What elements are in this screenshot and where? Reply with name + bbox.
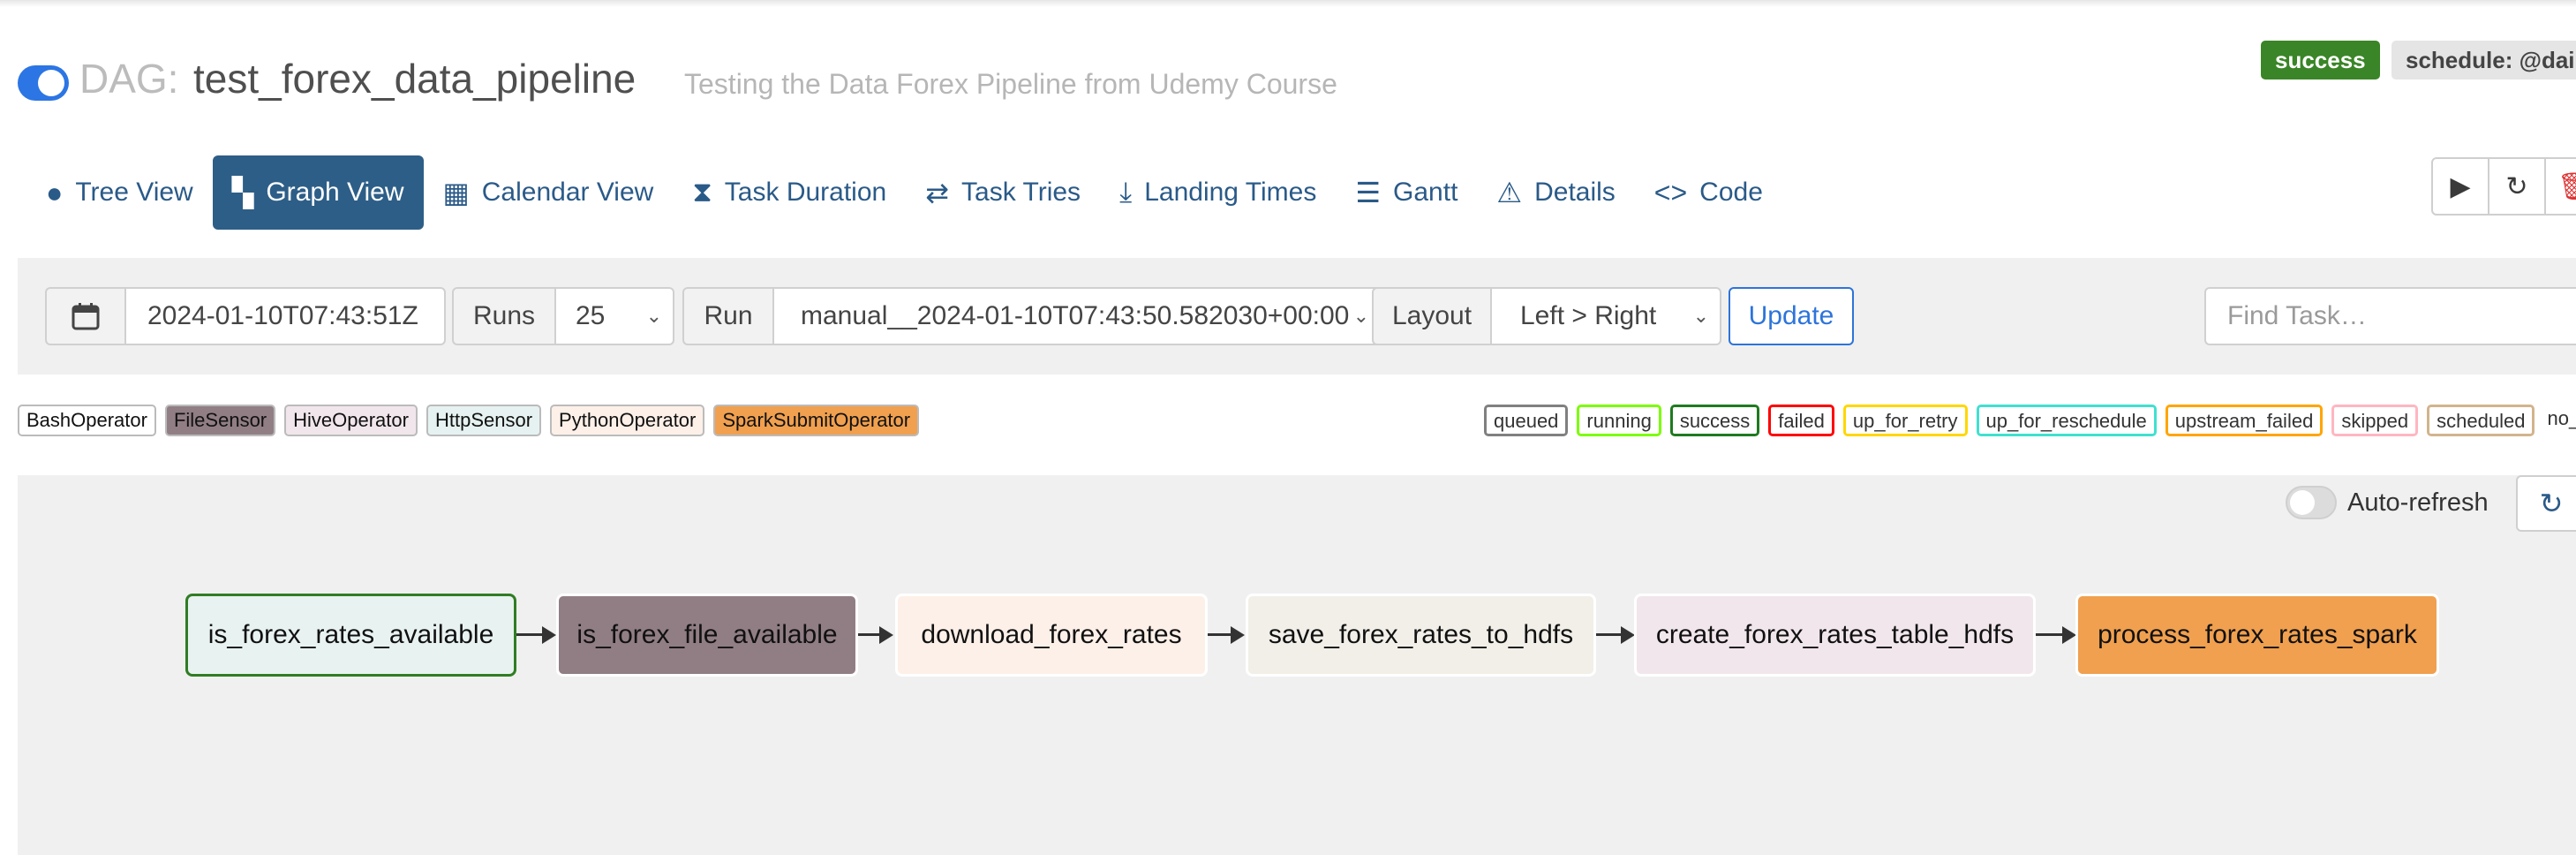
state-legend-item: failed <box>1768 405 1834 436</box>
play-icon: ▶ <box>2450 171 2471 201</box>
state-legend-item: up_for_retry <box>1842 405 1968 436</box>
filter-bar: 2024-01-10T07:43:51Z Runs 25 ⌄ Run manual… <box>18 258 2576 375</box>
tab-label: Code <box>1699 178 1763 207</box>
execution-date-input[interactable]: 2024-01-10T07:43:51Z <box>124 287 446 345</box>
operator-legend-item: BashOperator <box>18 405 156 436</box>
task-node[interactable]: create_forex_rates_table_hdfs <box>1634 594 2036 677</box>
tree-icon: ● <box>46 176 64 208</box>
chevron-down-icon: ⌄ <box>1692 305 1709 327</box>
tab-task-tries[interactable]: ⇄ Task Tries <box>906 155 1100 230</box>
refresh-icon: ↻ <box>2505 171 2528 201</box>
operator-legend-item: HttpSensor <box>426 405 542 436</box>
calendar-button[interactable] <box>45 287 126 345</box>
edge-arrow <box>542 626 556 644</box>
tab-label: Task Tries <box>961 178 1081 207</box>
graph-edge <box>1596 633 1623 636</box>
state-legend-item: success <box>1669 405 1760 436</box>
schedule-badge: schedule: @dai <box>2391 41 2576 79</box>
runs-select[interactable]: 25 ⌄ <box>554 287 674 345</box>
trash-icon: 🗑 <box>2557 171 2576 201</box>
task-node[interactable]: is_forex_rates_available <box>185 594 516 677</box>
state-legend-item: no_sta <box>2543 405 2576 436</box>
tab-label: Task Duration <box>724 178 887 207</box>
task-node[interactable]: is_forex_file_available <box>556 594 858 677</box>
auto-refresh-toggle[interactable] <box>2286 486 2337 519</box>
edge-arrow <box>879 626 893 644</box>
state-legend: queued running success failed up_for_ret… <box>1484 405 2576 438</box>
chevron-down-icon: ⌄ <box>1352 305 1369 327</box>
warning-icon: ⚠ <box>1496 177 1523 208</box>
operator-legend-item: HiveOperator <box>284 405 418 436</box>
tab-label: Details <box>1534 178 1616 207</box>
state-legend-item: running <box>1577 405 1661 436</box>
operator-legend-item: FileSensor <box>164 405 276 436</box>
view-tabs: ● Tree View ▚ Graph View ▦ Calendar View ⧗ T… <box>26 155 1782 230</box>
tab-label: Calendar View <box>481 178 654 207</box>
operator-legend-item: PythonOperator <box>550 405 705 436</box>
dag-pause-toggle[interactable] <box>18 65 69 101</box>
tab-graph-view[interactable]: ▚ Graph View <box>212 155 424 230</box>
auto-refresh-label: Auto-refresh <box>2347 488 2489 517</box>
trigger-dag-button[interactable]: ▶ <box>2433 159 2489 214</box>
tab-landing-times[interactable]: ⤓ Landing Times <box>1100 155 1336 230</box>
tab-details[interactable]: ⚠ Details <box>1477 155 1634 230</box>
tab-tree-view[interactable]: ● Tree View <box>26 155 213 230</box>
update-button[interactable]: Update <box>1729 287 1854 345</box>
tab-calendar-view[interactable]: ▦ Calendar View <box>424 155 674 230</box>
runs-label: Runs <box>452 287 556 345</box>
state-legend-item: upstream_failed <box>2165 405 2324 436</box>
retry-icon: ⇄ <box>925 177 950 208</box>
layout-select[interactable]: Left > Right ⌄ <box>1490 287 1721 345</box>
run-label: Run <box>682 287 774 345</box>
task-node[interactable]: process_forex_rates_spark <box>2075 594 2439 677</box>
tab-label: Tree View <box>75 178 193 207</box>
dag-label: DAG: <box>79 56 179 102</box>
calendar-icon: ▦ <box>442 177 470 208</box>
graph-icon: ▚ <box>231 177 254 208</box>
landing-icon: ⤓ <box>1119 176 1133 208</box>
task-node[interactable]: save_forex_rates_to_hdfs <box>1246 594 1596 677</box>
dag-title: test_forex_data_pipeline <box>193 56 636 102</box>
operator-legend: BashOperator FileSensor HiveOperator Htt… <box>18 405 928 438</box>
dag-actions: ▶ ↻ 🗑 <box>2431 157 2576 216</box>
tab-code[interactable]: <> Code <box>1635 155 1782 230</box>
run-select[interactable]: manual__2024-01-10T07:43:50.582030+00:00… <box>772 287 1382 345</box>
status-badge: success <box>2261 41 2380 79</box>
state-legend-item: up_for_reschedule <box>1976 405 2157 436</box>
runs-value: 25 <box>576 301 606 330</box>
state-legend-item: skipped <box>2331 405 2419 436</box>
task-node[interactable]: download_forex_rates <box>895 594 1208 677</box>
dag-description: Testing the Data Forex Pipeline from Ude… <box>684 68 1337 100</box>
tab-label: Graph View <box>266 178 404 207</box>
edge-arrow <box>2062 626 2076 644</box>
top-shadow <box>0 0 2576 7</box>
gantt-icon: ☰ <box>1355 177 1382 208</box>
state-legend-item: scheduled <box>2427 405 2535 436</box>
edge-arrow <box>1231 626 1245 644</box>
auto-refresh-control[interactable]: Auto-refresh <box>2286 477 2489 528</box>
graph-edge <box>858 633 882 636</box>
graph-edge <box>516 633 544 636</box>
tab-label: Landing Times <box>1144 178 1317 207</box>
operator-legend-item: SparkSubmitOperator <box>713 405 920 436</box>
refresh-dag-button[interactable]: ↻ <box>2489 159 2546 214</box>
graph-edge <box>2036 633 2064 636</box>
state-legend-item: queued <box>1484 405 1569 436</box>
delete-dag-button[interactable]: 🗑 <box>2546 159 2576 214</box>
layout-label: Layout <box>1372 287 1492 345</box>
tab-task-duration[interactable]: ⧗ Task Duration <box>673 155 906 230</box>
layout-value: Left > Right <box>1520 301 1657 330</box>
tab-label: Gantt <box>1393 178 1458 207</box>
tab-gantt[interactable]: ☰ Gantt <box>1336 155 1477 230</box>
code-icon: <> <box>1653 176 1688 208</box>
graph-edge <box>1208 633 1232 636</box>
edge-arrow <box>1621 626 1635 644</box>
calendar-icon <box>72 303 100 330</box>
refresh-icon: ↻ <box>2539 488 2564 519</box>
graph-refresh-button[interactable]: ↻ <box>2516 475 2576 532</box>
hourglass-icon: ⧗ <box>692 176 712 208</box>
find-task-input[interactable]: Find Task… <box>2204 287 2576 345</box>
run-value: manual__2024-01-10T07:43:50.582030+00:00 <box>801 301 1350 330</box>
chevron-down-icon: ⌄ <box>645 305 662 327</box>
